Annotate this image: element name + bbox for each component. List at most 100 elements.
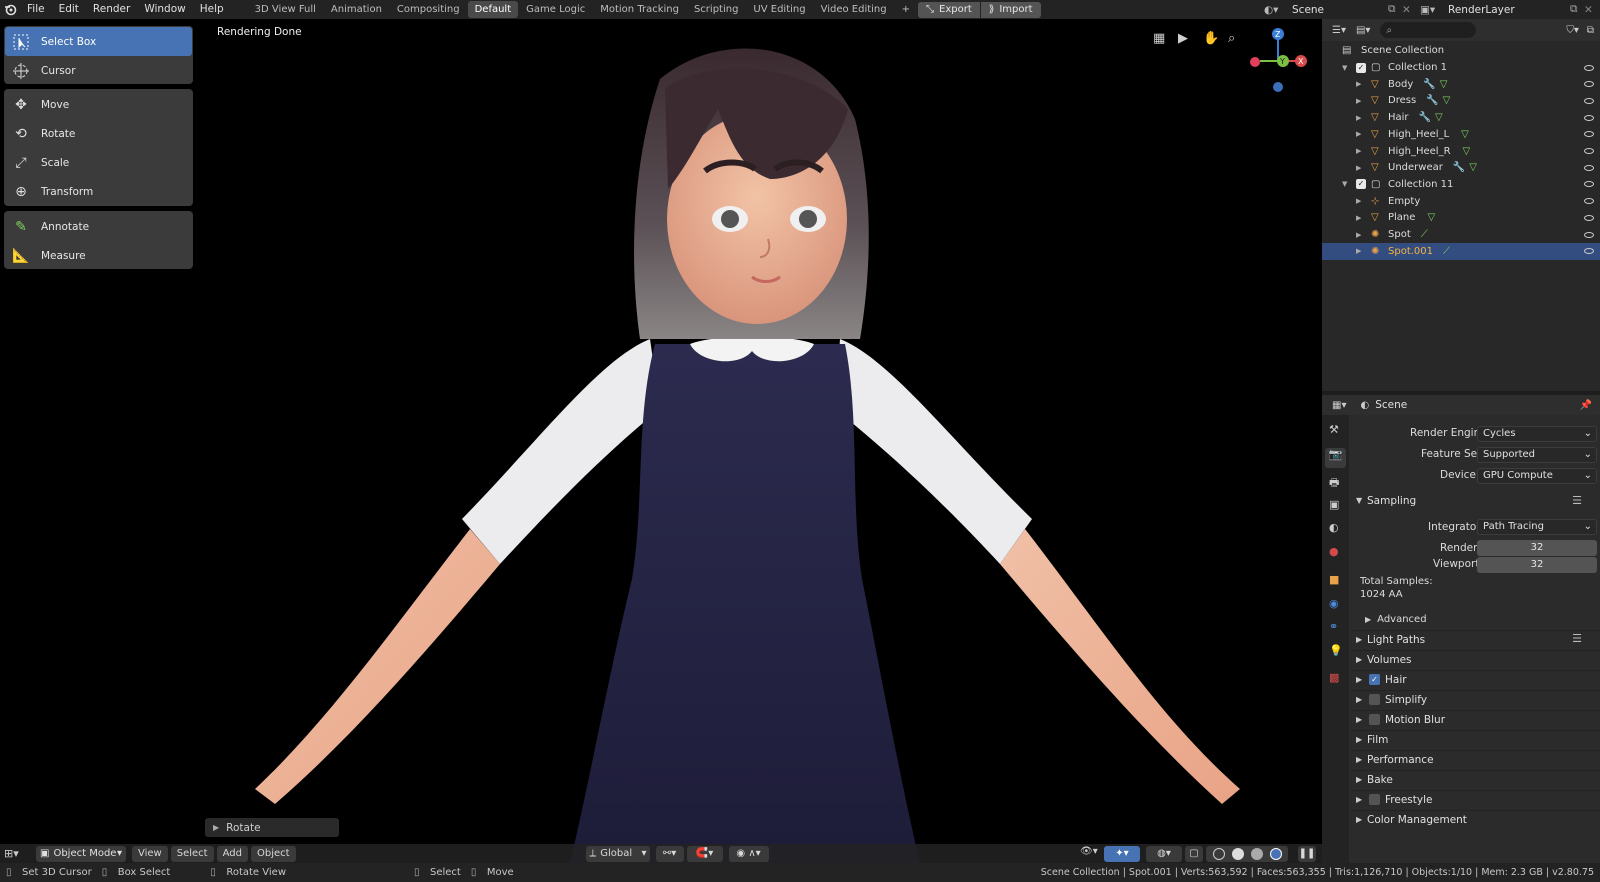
menu-object[interactable]: Object	[250, 845, 296, 862]
panel-light-paths[interactable]: ▶ Light Paths ☰	[1352, 630, 1600, 648]
menu-edit[interactable]: Edit	[52, 0, 86, 19]
menu-window[interactable]: Window	[137, 0, 192, 19]
tab-video-editing[interactable]: Video Editing	[814, 1, 894, 18]
render-engine-dropdown[interactable]: Cycles ⌄	[1477, 426, 1597, 442]
outliner-scene-collection[interactable]: ▤ Scene Collection	[1322, 42, 1600, 59]
tool-cursor[interactable]: Cursor	[5, 56, 192, 85]
outliner-editor-icon[interactable]: ☰▾	[1332, 25, 1346, 36]
tool-transform[interactable]: ⊕ Transform	[5, 177, 192, 206]
scene-tab-icon[interactable]: ◐	[1329, 521, 1339, 534]
outliner-item-empty[interactable]: ▶ ⊹ Empty	[1322, 193, 1600, 210]
menu-render[interactable]: Render	[86, 0, 137, 19]
visibility-eye-icon[interactable]	[1584, 97, 1594, 104]
visibility-eye-icon[interactable]	[1584, 148, 1594, 154]
panel-volumes[interactable]: ▶ Volumes	[1352, 650, 1600, 668]
new-scene-icon[interactable]: ⧉	[1388, 3, 1402, 16]
modifier-wrench-icon[interactable]: 🔧	[1453, 162, 1465, 173]
light-data-icon[interactable]: ⟋	[1421, 229, 1428, 240]
visibility-eye-icon[interactable]	[1584, 114, 1594, 121]
editor-type-icon[interactable]: ⊞▾	[4, 847, 30, 860]
tool-select-box[interactable]: Select Box	[5, 27, 192, 56]
panel-film[interactable]: ▶ Film	[1352, 730, 1600, 748]
tab-motion-tracking[interactable]: Motion Tracking	[593, 1, 686, 18]
visibility-eye-icon[interactable]	[1584, 198, 1594, 205]
navigation-gizmo[interactable]: Z X Y	[1240, 25, 1320, 105]
tab-default[interactable]: Default	[467, 1, 519, 18]
chevron-right-icon[interactable]: ▶	[1356, 130, 1366, 138]
chevron-right-icon[interactable]: ▶	[1356, 80, 1366, 88]
device-dropdown[interactable]: GPU Compute ⌄	[1477, 468, 1597, 484]
delete-view-layer-icon[interactable]: ✕	[1584, 4, 1596, 16]
tab-scripting[interactable]: Scripting	[687, 1, 745, 18]
exclude-checkbox[interactable]: ✓	[1356, 179, 1366, 190]
panel-performance[interactable]: ▶ Performance	[1352, 750, 1600, 768]
mode-dropdown[interactable]: ▣ Object Mode ▾	[36, 845, 126, 862]
last-operator-panel[interactable]: ▶ Rotate	[205, 818, 339, 837]
tool-scale[interactable]: ⤢ Scale	[5, 148, 192, 177]
viewport-samples-field[interactable]: 32	[1477, 557, 1597, 573]
visibility-eye-icon[interactable]	[1584, 214, 1594, 221]
orientation-dropdown[interactable]: ⟂ Global ▾	[585, 845, 650, 862]
modifier-wrench-icon[interactable]: 🔧	[1419, 112, 1431, 123]
outliner-item-high-heel-r[interactable]: ▶ ▽ High_Heel_R ▽	[1322, 143, 1600, 160]
render-tab-icon[interactable]: 📷	[1325, 448, 1346, 468]
panel-motion-blur[interactable]: ▶ Motion Blur	[1352, 710, 1600, 728]
menu-help[interactable]: Help	[193, 0, 231, 19]
tool-measure[interactable]: 📐 Measure	[5, 241, 192, 270]
physics-tab-icon[interactable]: ◉	[1329, 597, 1339, 610]
proportional-edit-icon[interactable]: ◉ ∧▾	[728, 845, 769, 862]
chevron-right-icon[interactable]: ▶	[1356, 197, 1366, 205]
visibility-eye-icon[interactable]	[1584, 81, 1594, 88]
gizmo-toggle-icon[interactable]: ✦▾	[1104, 845, 1140, 862]
outliner-item-spot-001[interactable]: ▶ ✺ Spot.001 ⟋	[1322, 242, 1600, 260]
visibility-eye-icon[interactable]	[1584, 131, 1594, 138]
chevron-right-icon[interactable]: ▶	[1356, 147, 1366, 155]
integrator-dropdown[interactable]: Path Tracing ⌄	[1477, 519, 1597, 535]
panel-simplify[interactable]: ▶ Simplify	[1352, 690, 1600, 708]
import-button[interactable]: ⟫ Import	[980, 1, 1041, 18]
motion-blur-checkbox[interactable]	[1369, 714, 1380, 725]
visibility-eye-icon[interactable]	[1584, 231, 1594, 238]
presets-list-icon[interactable]: ☰	[1572, 494, 1582, 507]
blender-logo-icon[interactable]	[0, 0, 20, 19]
chevron-right-icon[interactable]: ▶	[1356, 114, 1366, 122]
visibility-eye-icon[interactable]	[1584, 164, 1594, 171]
world-tab-icon[interactable]: ●	[1329, 545, 1339, 558]
overlays-icon[interactable]: ◍▾	[1146, 845, 1182, 862]
filter-icon[interactable]: ⛉▾	[1566, 25, 1579, 36]
mesh-data-icon[interactable]: ▽	[1461, 129, 1469, 140]
tool-rotate[interactable]: ⟲ Rotate	[5, 119, 192, 148]
panel-hair[interactable]: ▶ ✓ Hair	[1352, 670, 1600, 688]
add-workspace-button[interactable]: +	[895, 1, 917, 18]
chevron-right-icon[interactable]: ▶	[1356, 231, 1366, 239]
sampling-panel-header[interactable]: ▼ Sampling ☰	[1352, 493, 1600, 511]
mesh-data-icon[interactable]: ▽	[1443, 95, 1451, 106]
pin-icon[interactable]: 📌	[1580, 400, 1592, 411]
panel-color-management[interactable]: ▶ Color Management	[1352, 810, 1600, 828]
toggle-grid-icon[interactable]: ▦	[1153, 31, 1169, 47]
render-samples-field[interactable]: 32	[1477, 540, 1597, 556]
mesh-data-icon[interactable]: ▽	[1427, 212, 1435, 223]
menu-select[interactable]: Select	[170, 845, 214, 862]
tool-move[interactable]: ✥ Move	[5, 90, 192, 119]
scene-selector[interactable]: ◐▾ Scene ⧉ ✕	[1264, 1, 1416, 18]
new-collection-icon[interactable]: ⧉	[1587, 25, 1594, 36]
outliner-search-input[interactable]: ⌕	[1380, 22, 1477, 38]
tab-3d-view-full[interactable]: 3D View Full	[248, 1, 323, 18]
view-layer-tab-icon[interactable]: ▣	[1329, 498, 1339, 511]
visibility-eye-icon[interactable]	[1584, 181, 1594, 188]
chevron-down-icon[interactable]: ▼	[1342, 180, 1352, 188]
3d-viewport[interactable]: Rendering Done ▦ ▶ ✋ ⌕ Z X Y ▶ Rotate	[0, 19, 1322, 863]
chevron-right-icon[interactable]: ▶	[1356, 97, 1366, 105]
tab-game-logic[interactable]: Game Logic	[519, 1, 592, 18]
menu-add[interactable]: Add	[216, 845, 248, 862]
mesh-data-icon[interactable]: ▽	[1435, 112, 1443, 123]
xray-icon[interactable]: ▢	[1185, 845, 1203, 862]
modifier-wrench-icon[interactable]: 🔧	[1423, 79, 1435, 90]
exclude-checkbox[interactable]: ✓	[1356, 62, 1366, 73]
output-tab-icon[interactable]: 🖶	[1329, 474, 1339, 493]
chevron-right-icon[interactable]: ▶	[1356, 164, 1366, 172]
tab-compositing[interactable]: Compositing	[390, 1, 467, 18]
outliner-item-underwear[interactable]: ▶ ▽ Underwear 🔧 ▽	[1322, 159, 1600, 176]
menu-file[interactable]: File	[20, 0, 52, 19]
